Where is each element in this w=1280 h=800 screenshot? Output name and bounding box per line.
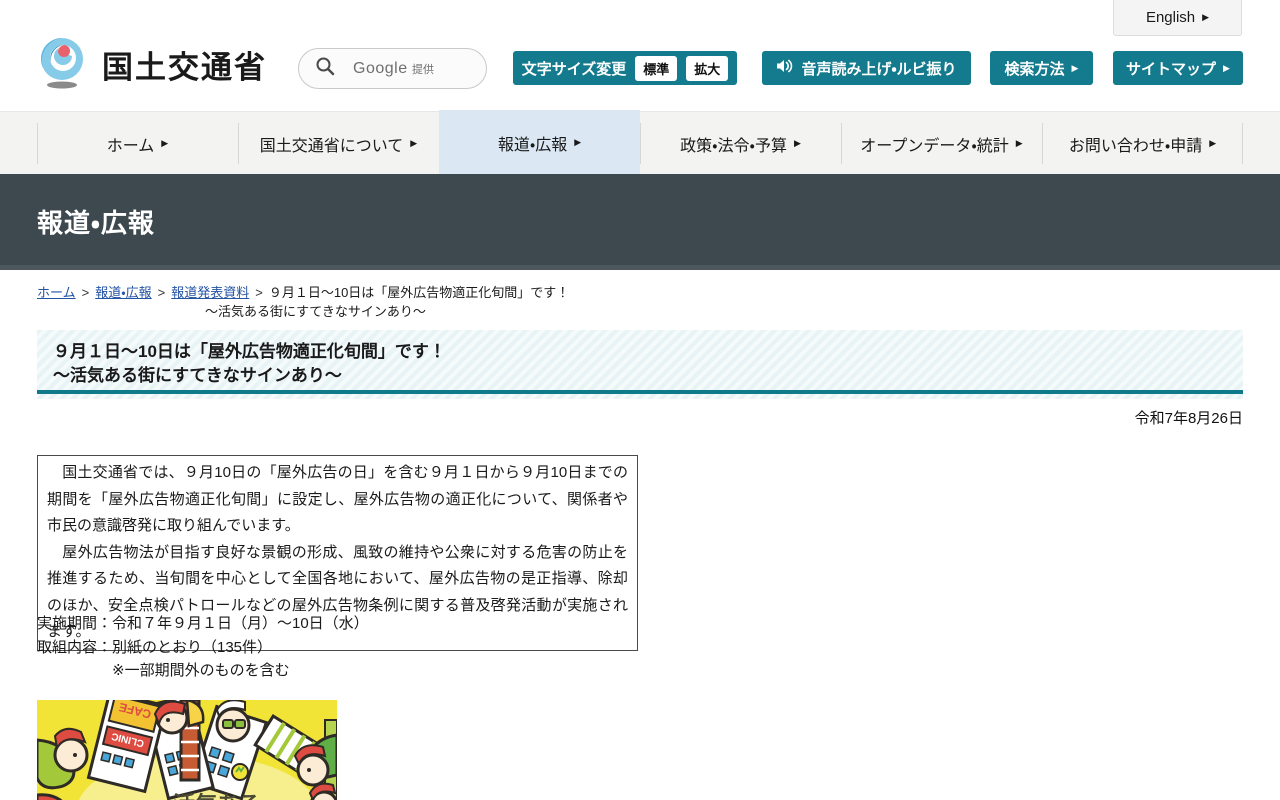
- period-line: 実施期間：令和７年９月１日（月）～10日（水）: [37, 615, 369, 632]
- nav-item-label: 国土交通省について: [259, 137, 404, 155]
- site-header: English ▶ 国土交通省 Google 提供 文字サイズ変更 標準 拡大 …: [0, 0, 1280, 111]
- nav-item-label: 報道・広報: [497, 136, 568, 154]
- speaker-icon: [776, 58, 793, 78]
- tts-ruby-label: 音声読み上げ・ルビ振り: [801, 60, 957, 78]
- content-line: 取組内容：別紙のとおり（135件）: [37, 638, 273, 656]
- breadcrumb-separator: >: [255, 285, 263, 300]
- article-details: 実施期間：令和７年９月１日（月）～10日（水） 取組内容：別紙のとおり（135件…: [37, 612, 369, 683]
- nav-item-about[interactable]: 国土交通省について ▶: [238, 112, 439, 175]
- page: English ▶ 国土交通省 Google 提供 文字サイズ変更 標準 拡大 …: [0, 0, 1280, 800]
- arrow-right-icon: ▶: [1015, 138, 1023, 148]
- sitemap-label: サイトマップ: [1126, 60, 1217, 78]
- section-band: 報道・広報: [0, 174, 1280, 270]
- breadcrumb: ホーム > 報道・広報 > 報道発表資料 >９月１日～10日は「屋外広告物適正化旬間」です…: [37, 283, 569, 321]
- font-size-label: 文字サイズ変更: [521, 60, 627, 78]
- font-size-button-group: 文字サイズ変更 標準 拡大: [513, 51, 737, 85]
- search-provided-by-label: 提供: [412, 63, 435, 76]
- arrow-right-icon: ▶: [574, 137, 582, 147]
- article-title-line2: ～活気ある街にすてきなサインあり～: [53, 366, 342, 385]
- breadcrumb-link-press[interactable]: 報道・広報: [95, 285, 151, 300]
- section-title: 報道・広報: [37, 208, 155, 238]
- title-underline-rule: [37, 390, 1243, 394]
- arrow-right-icon: ▶: [1202, 12, 1210, 22]
- font-size-large-button[interactable]: 拡大: [686, 55, 729, 81]
- arrow-right-icon: ▶: [161, 138, 169, 148]
- nav-item-label: 政策・法令・予算: [680, 137, 787, 155]
- nav-item-press[interactable]: 報道・広報 ▶: [439, 110, 640, 175]
- breadcrumb-link-home[interactable]: ホーム: [37, 285, 76, 300]
- nav-item-contact[interactable]: お問い合わせ・申請 ▶: [1042, 112, 1243, 175]
- nav-item-home[interactable]: ホーム ▶: [37, 112, 238, 175]
- breadcrumb-separator: >: [81, 285, 90, 300]
- english-button[interactable]: English ▶: [1113, 0, 1242, 36]
- breadcrumb-separator: >: [157, 285, 166, 300]
- poster-image: CAFE CLINIC: [35, 690, 339, 800]
- nav-item-opendata[interactable]: オープンデータ・統計 ▶: [841, 112, 1042, 175]
- search-method-button[interactable]: 検索方法 ▶: [990, 51, 1093, 85]
- nav-item-policy[interactable]: 政策・法令・予算 ▶: [640, 112, 841, 175]
- content-note: ※一部期間外のものを含む: [37, 662, 290, 679]
- search-icon: [315, 56, 335, 81]
- breadcrumb-link-press-releases[interactable]: 報道発表資料: [171, 285, 249, 300]
- arrow-right-icon: ▶: [1071, 62, 1079, 73]
- arrow-right-icon: ▶: [410, 138, 418, 148]
- sitemap-button[interactable]: サイトマップ ▶: [1113, 51, 1243, 85]
- site-title: 国土交通省: [102, 50, 267, 85]
- poster-person-binoculars: [215, 699, 251, 743]
- nav-item-label: ホーム: [106, 137, 155, 155]
- article-title-line1: ９月１日～10日は「屋外広告物適正化旬間」です！: [53, 342, 446, 361]
- site-search-input[interactable]: Google 提供: [298, 48, 487, 89]
- english-button-label: English: [1145, 9, 1196, 26]
- breadcrumb-line1: ホーム > 報道・広報 > 報道発表資料 >９月１日～10日は「屋外広告物適正化旬間」です…: [37, 283, 569, 302]
- poster-caption-partial-text: 活気ある: [173, 792, 261, 800]
- article-title-box: ９月１日～10日は「屋外広告物適正化旬間」です！ ～活気ある街にすてきなサインあ…: [37, 330, 1243, 399]
- search-provider-label: Google: [353, 59, 408, 77]
- nav-item-label: オープンデータ・統計: [860, 137, 1009, 155]
- nav-item-label: お問い合わせ・申請: [1068, 137, 1203, 155]
- breadcrumb-current: ９月１日～10日は「屋外広告物適正化旬間」です！: [268, 285, 570, 300]
- tts-ruby-button[interactable]: 音声読み上げ・ルビ振り: [762, 51, 971, 85]
- article-date: 令和7年8月26日: [1134, 410, 1243, 427]
- font-size-standard-button[interactable]: 標準: [635, 55, 678, 81]
- arrow-right-icon: ▶: [1223, 62, 1230, 73]
- arrow-right-icon: ▶: [1209, 138, 1217, 148]
- global-nav: ホーム ▶ 国土交通省について ▶ 報道・広報 ▶ 政策・法令・予算 ▶ オープ…: [0, 110, 1280, 175]
- breadcrumb-current-subtitle: ～活気ある街にすてきなサインあり～: [205, 304, 426, 319]
- mlit-logo[interactable]: 国土交通省: [36, 34, 267, 95]
- search-method-label: 検索方法: [1004, 60, 1065, 78]
- arrow-right-icon: ▶: [793, 138, 801, 148]
- summary-paragraph-1: 国土交通省では、９月10日の「屋外広告の日」を含む９月１日から９月10日までの期…: [47, 464, 628, 534]
- mlit-logo-icon: [36, 34, 92, 95]
